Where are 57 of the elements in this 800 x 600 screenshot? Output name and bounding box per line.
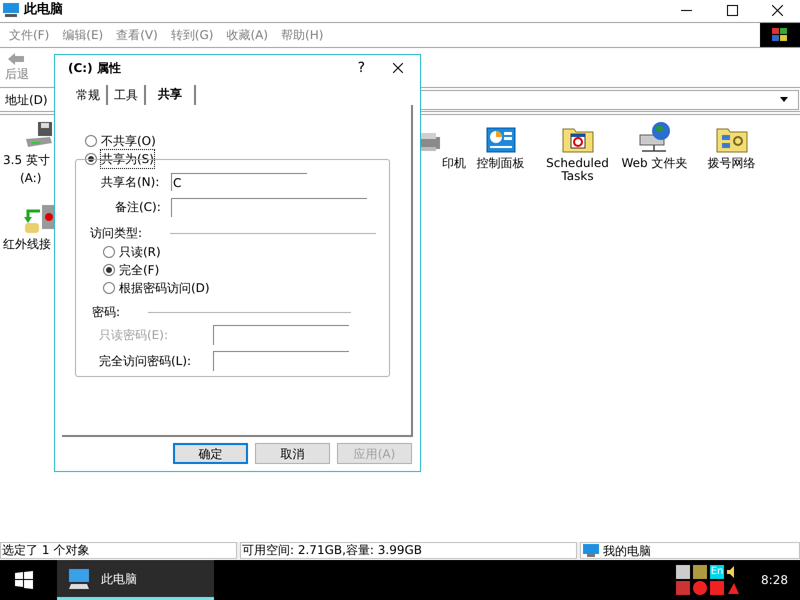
field-label: 只读密码(E): — [99, 327, 169, 344]
dialog-button[interactable]: 取消 — [255, 443, 330, 464]
menu-item[interactable]: 收藏(A) — [226, 26, 268, 44]
tab[interactable]: 常规 — [70, 85, 108, 105]
icon-label[interactable]: Scheduled Tasks — [542, 157, 614, 183]
radio-label: 完全(F) — [119, 262, 160, 279]
icon-label[interactable]: 控制面板 — [464, 157, 536, 170]
comment-field[interactable] — [171, 198, 367, 216]
control-panel-icon — [486, 127, 516, 153]
menu-item[interactable]: 编辑(E) — [62, 26, 104, 44]
close-icon[interactable] — [772, 4, 783, 16]
tray-icon[interactable] — [693, 565, 708, 579]
back-arrow-icon — [8, 53, 24, 65]
icon-sublabel[interactable]: (A:) — [0, 169, 42, 187]
radio-label: 不共享(O) — [101, 133, 156, 150]
icon-label[interactable]: 红外线接 — [0, 235, 51, 253]
dialog-button[interactable]: 确定 — [173, 443, 248, 464]
dropdown-arrow-icon — [780, 97, 788, 102]
windows-logo-icon — [760, 23, 800, 47]
radio-button[interactable] — [85, 153, 97, 165]
infrared-transfer-icon — [24, 203, 54, 235]
share-name-field[interactable]: C — [171, 173, 307, 191]
icon-label[interactable]: 3.5 英寸 — [0, 151, 50, 169]
status-text: 可用空间: 2.71GB,容量: 3.99GB — [240, 542, 577, 559]
window-title: 此电脑 — [24, 0, 63, 20]
radio-label: 只读(R) — [119, 244, 161, 261]
computer-icon — [67, 568, 91, 590]
menu-item[interactable]: 文件(F) — [9, 26, 50, 44]
field-label: 完全访问密码(L): — [99, 353, 192, 370]
icon-label[interactable]: Web 文件夹 — [618, 157, 690, 170]
icon-label[interactable]: 拨号网络 — [696, 157, 768, 170]
radio-button[interactable] — [103, 246, 115, 258]
radio-button[interactable] — [103, 282, 115, 294]
back-button[interactable]: 后退 — [5, 53, 29, 83]
address-label: 地址(D) — [5, 92, 48, 108]
menu-item[interactable]: 帮助(H) — [281, 26, 324, 44]
dialog-title: (C:) 属性 — [68, 60, 121, 77]
clock: 8:28 — [761, 572, 788, 589]
section-label: 访问类型: — [90, 225, 142, 242]
computer-icon — [583, 544, 599, 557]
radio-label: 根据密码访问(D) — [119, 280, 210, 297]
help-button[interactable]: ? — [358, 58, 365, 78]
section-label: 密码: — [92, 304, 120, 321]
close-icon[interactable] — [393, 63, 403, 73]
field-label: 共享名(N): — [101, 174, 160, 191]
status-text: 选定了 1 个对象 — [0, 542, 237, 559]
menu-item[interactable]: 转到(G) — [170, 26, 214, 44]
tray-icon[interactable] — [676, 565, 690, 579]
network-globe-icon — [638, 121, 672, 153]
computer-icon — [2, 2, 20, 18]
radio-button[interactable] — [85, 135, 97, 147]
menu-item[interactable]: 查看(V) — [116, 26, 158, 44]
status-text: 我的电脑 — [603, 542, 651, 560]
field-label: 备注(C): — [114, 199, 162, 216]
taskbar-button[interactable]: 此电脑 — [57, 560, 214, 600]
windows-logo-icon — [15, 571, 33, 589]
radio-button[interactable] — [103, 264, 115, 276]
